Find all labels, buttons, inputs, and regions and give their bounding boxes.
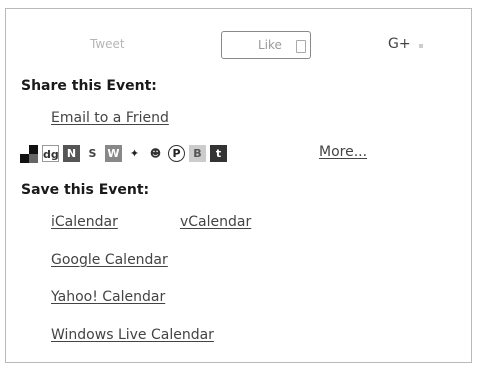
google-plus-count-icon [419,44,423,48]
windows-live-calendar-link[interactable]: Windows Live Calendar [51,327,214,343]
pinterest-icon[interactable]: P [168,144,185,162]
vcalendar-link[interactable]: vCalendar [180,214,251,230]
delicious-icon[interactable] [20,144,38,163]
email-friend-link[interactable]: Email to a Friend [51,110,169,126]
save-heading: Save this Event: [21,182,150,198]
digg-icon[interactable]: dg [42,144,59,162]
like-label: Like [258,38,282,52]
windows-live-icon[interactable]: W [105,144,122,162]
yahoo-calendar-link[interactable]: Yahoo! Calendar [51,289,165,305]
share-icons-row: dg N S W ✦ ☻ P B t [20,142,231,164]
tumblr-icon[interactable]: t [210,144,227,162]
google-plus-button[interactable]: G+ [388,36,411,52]
tweet-button[interactable]: Tweet [90,37,125,51]
myspace-icon[interactable]: ✦ [126,144,143,162]
like-count-box [296,40,306,53]
reddit-icon[interactable]: ☻ [147,144,164,162]
like-button[interactable]: Like [221,31,311,59]
google-calendar-link[interactable]: Google Calendar [51,252,168,268]
icalendar-link[interactable]: iCalendar [51,214,118,230]
more-share-link[interactable]: More... [319,144,367,160]
stumbleupon-icon[interactable]: S [84,144,101,162]
share-heading: Share this Event: [21,78,157,94]
newsvine-icon[interactable]: N [63,144,80,162]
blogger-icon[interactable]: B [189,144,206,162]
